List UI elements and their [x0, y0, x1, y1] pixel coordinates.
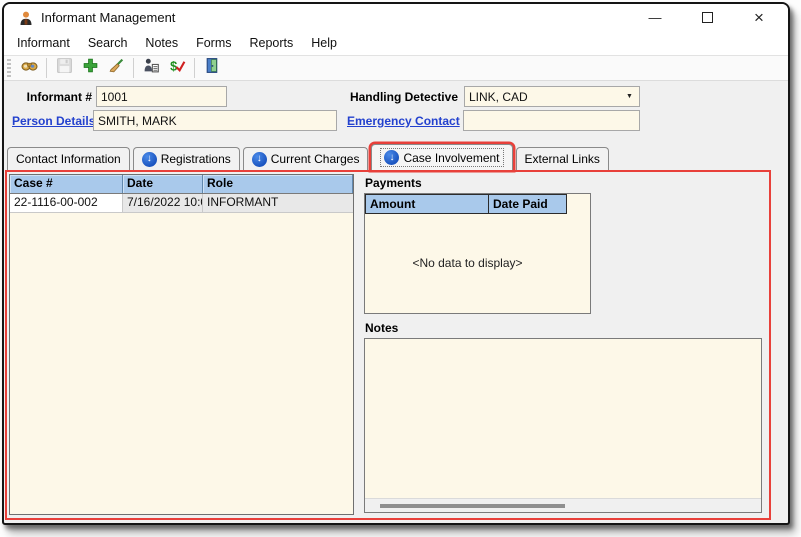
dollar-check-icon: $: [169, 57, 186, 79]
informant-app-icon: [18, 10, 34, 26]
app-window: Informant Management — × Informant Searc…: [2, 2, 790, 525]
menu-bar: Informant Search Notes Forms Reports Hel…: [4, 31, 788, 55]
clear-button[interactable]: [103, 57, 129, 79]
emergency-contact-field[interactable]: [463, 110, 640, 131]
plus-icon: [82, 57, 99, 79]
tab-label: Case Involvement: [403, 151, 499, 165]
tab-label: External Links: [525, 152, 600, 166]
toolbar-separator: [194, 58, 195, 78]
toolbar-grip[interactable]: [7, 59, 11, 77]
case-grid: Case # Date Role 22-1116-00-002 7/16/202…: [9, 174, 354, 515]
informant-number-label: Informant #: [12, 90, 92, 104]
person-details-link[interactable]: Person Details: [12, 114, 95, 128]
tab-focus-rect: ↓ Case Involvement: [380, 148, 503, 167]
tab-current-charges[interactable]: ↓ Current Charges: [243, 147, 369, 170]
title-bar: Informant Management — ×: [4, 4, 788, 31]
exit-button[interactable]: [199, 57, 225, 79]
notes-panel: [364, 338, 762, 513]
floppy-disk-icon: [56, 57, 73, 79]
tab-case-involvement[interactable]: ↓ Case Involvement: [371, 144, 512, 170]
tab-label: Current Charges: [271, 152, 360, 166]
case-role-cell[interactable]: INFORMANT: [203, 194, 353, 212]
toolbar-separator: [46, 58, 47, 78]
informant-report-button[interactable]: [138, 57, 164, 79]
scrollbar-thumb[interactable]: [380, 504, 565, 508]
case-number-cell[interactable]: 22-1116-00-002: [10, 194, 123, 212]
case-involvement-panel: Case # Date Role 22-1116-00-002 7/16/202…: [5, 170, 771, 520]
search-button[interactable]: [16, 57, 42, 79]
add-button[interactable]: [77, 57, 103, 79]
tab-label: Contact Information: [16, 152, 121, 166]
down-circle-icon: ↓: [142, 152, 157, 167]
notes-textarea[interactable]: [365, 339, 761, 498]
tab-contact-information[interactable]: Contact Information: [7, 147, 130, 170]
tab-registrations[interactable]: ↓ Registrations: [133, 147, 240, 170]
column-header-amount[interactable]: Amount: [365, 194, 489, 214]
payments-grid: Amount Date Paid <No data to display>: [364, 193, 591, 314]
toolbar: $: [4, 55, 788, 81]
notes-horizontal-scrollbar[interactable]: [365, 498, 761, 512]
payments-label: Payments: [365, 176, 422, 190]
payments-notes-region: Payments Amount Date Paid <No data to di…: [357, 172, 769, 518]
menu-reports[interactable]: Reports: [241, 33, 303, 53]
informant-form: Informant # Handling Detective LINK, CAD…: [4, 81, 788, 142]
handling-detective-value: LINK, CAD: [469, 90, 528, 104]
column-header-date-paid[interactable]: Date Paid: [489, 194, 567, 214]
tab-external-links[interactable]: External Links: [516, 147, 609, 170]
minimize-button[interactable]: —: [636, 6, 674, 30]
menu-help[interactable]: Help: [302, 33, 346, 53]
handling-detective-label: Handling Detective: [348, 90, 458, 104]
close-button[interactable]: ×: [740, 6, 778, 30]
menu-informant[interactable]: Informant: [8, 33, 79, 53]
handling-detective-dropdown[interactable]: LINK, CAD ▼: [464, 86, 640, 107]
payments-button[interactable]: $: [164, 57, 190, 79]
column-header-case-number[interactable]: Case #: [10, 175, 123, 193]
save-button[interactable]: [51, 57, 77, 79]
payments-grid-header: Amount Date Paid: [365, 194, 590, 214]
person-notes-icon: [143, 57, 160, 79]
toolbar-separator: [133, 58, 134, 78]
maximize-icon: [702, 12, 713, 23]
case-row[interactable]: 22-1116-00-002 7/16/2022 10:0 INFORMANT: [10, 194, 353, 213]
informant-number-field[interactable]: [96, 86, 227, 107]
tab-label: Registrations: [161, 152, 231, 166]
open-door-icon: [204, 57, 221, 79]
menu-notes[interactable]: Notes: [136, 33, 187, 53]
menu-search[interactable]: Search: [79, 33, 137, 53]
chevron-down-icon[interactable]: ▼: [622, 89, 637, 104]
no-data-message: <No data to display>: [365, 256, 570, 270]
tab-strip: Contact Information ↓ Registrations ↓ Cu…: [7, 143, 788, 170]
person-details-field[interactable]: [93, 110, 337, 131]
emergency-contact-link[interactable]: Emergency Contact: [347, 114, 460, 128]
menu-forms[interactable]: Forms: [187, 33, 240, 53]
window-title: Informant Management: [41, 10, 175, 25]
svg-text:$: $: [170, 58, 177, 73]
notes-label: Notes: [365, 321, 398, 335]
broom-icon: [108, 57, 125, 79]
down-circle-icon: ↓: [384, 150, 399, 165]
binoculars-icon: [21, 57, 38, 79]
case-grid-header: Case # Date Role: [10, 175, 353, 194]
column-header-date[interactable]: Date: [123, 175, 203, 193]
case-date-cell[interactable]: 7/16/2022 10:0: [123, 194, 203, 212]
down-circle-icon: ↓: [252, 152, 267, 167]
maximize-button[interactable]: [688, 6, 726, 30]
column-header-role[interactable]: Role: [203, 175, 353, 193]
